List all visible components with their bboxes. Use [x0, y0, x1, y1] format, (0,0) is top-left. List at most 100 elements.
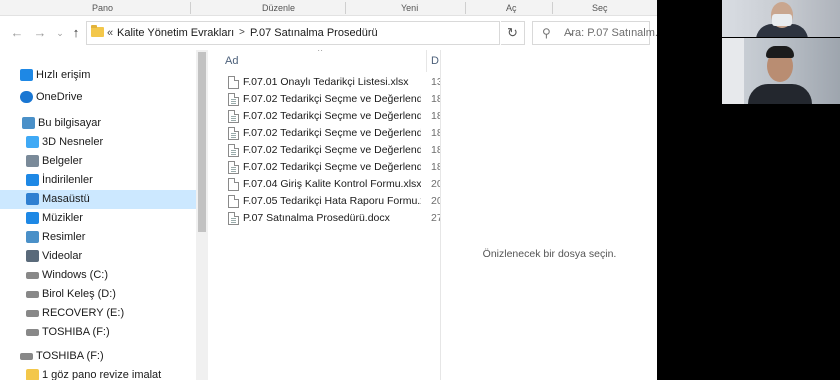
participant-body: [748, 84, 812, 104]
column-header-date[interactable]: D: [431, 55, 439, 67]
sidebar-item-onedrive[interactable]: OneDrive: [0, 88, 196, 107]
drive-icon: [20, 353, 33, 360]
sidebar-item-bu-bilgisayar[interactable]: Bu bilgisayar: [0, 114, 196, 133]
document-file-icon: [228, 161, 239, 174]
arrow-up-icon: ↑: [72, 25, 80, 40]
navigation-pane-scrollbar[interactable]: [196, 50, 208, 380]
sidebar-item-label: OneDrive: [36, 91, 83, 103]
file-row[interactable]: F.07.05 Tedarikçi Hata Raporu Formu.xlsx…: [208, 193, 440, 210]
sidebar-item-label: Hızlı erişim: [36, 69, 91, 81]
sidebar-item-label: Belgeler: [42, 155, 83, 167]
refresh-button[interactable]: ↻: [501, 21, 525, 45]
sidebar-item-windows-c[interactable]: Windows (C:): [0, 266, 196, 285]
sidebar-item-videolar[interactable]: Videolar: [0, 247, 196, 266]
up-button[interactable]: ↑: [68, 25, 84, 40]
drive-icon: [26, 310, 39, 317]
file-row[interactable]: F.07.01 Onaylı Tedarikçi Listesi.xlsx 13: [208, 74, 440, 91]
file-row[interactable]: F.07.04 Giriş Kalite Kontrol Formu.xlsx 2…: [208, 176, 440, 193]
recent-locations-button[interactable]: ⌄: [52, 28, 68, 39]
file-name: F.07.05 Tedarikçi Hata Raporu Formu.xlsx: [243, 195, 421, 207]
sidebar-item-i-ndirilenler[interactable]: İndirilenler: [0, 171, 196, 190]
document-file-icon: [228, 127, 239, 140]
file-row[interactable]: F.07.02 Tedarikçi Seçme ve Değerlendirm.…: [208, 142, 440, 159]
breadcrumb-overflow[interactable]: «: [107, 27, 113, 39]
column-divider[interactable]: [426, 50, 427, 72]
preview-empty-message: Önizlenecek bir dosya seçin.: [482, 248, 617, 260]
drive-icon: [26, 329, 39, 336]
back-button[interactable]: ←: [9, 25, 25, 40]
sidebar-item-toshiba-f[interactable]: TOSHIBA (F:): [0, 323, 196, 342]
sidebar-item-recovery-e[interactable]: RECOVERY (E:): [0, 304, 196, 323]
ribbon-group-ac[interactable]: Aç: [506, 3, 517, 13]
sidebar-item-toshiba-f[interactable]: TOSHIBA (F:): [0, 347, 196, 366]
file-row[interactable]: P.07 Satınalma Prosedürü.docx 27: [208, 210, 440, 227]
sidebar-item-belgeler[interactable]: Belgeler: [0, 152, 196, 171]
navigation-pane: Hızlı erişim OneDrive Bu bilgisayar 3D Nesn…: [0, 50, 196, 380]
file-row[interactable]: F.07.02 Tedarikçi Seçme ve Değerlendirm.…: [208, 91, 440, 108]
search-input[interactable]: ⚲ Ara: P.07 Satınalm...: [532, 21, 657, 45]
chevron-down-icon: ⌄: [56, 28, 64, 38]
ribbon-group-yeni[interactable]: Yeni: [401, 3, 418, 13]
sidebar-item-3d-nesneler[interactable]: 3D Nesneler: [0, 133, 196, 152]
column-header-row: ^ Ad D: [208, 50, 440, 72]
sidebar-item-label: Masaüstü: [42, 193, 90, 205]
sort-ascending-icon: ^: [318, 50, 323, 56]
ribbon-group-sec[interactable]: Seç: [592, 3, 608, 13]
sidebar-item-label: Birol Keleş (D:): [42, 288, 116, 300]
refresh-icon: ↻: [507, 25, 518, 40]
scrollbar-thumb[interactable]: [198, 52, 206, 232]
ribbon-separator: [465, 2, 466, 14]
ribbon-separator: [552, 2, 553, 14]
computer-icon: [22, 117, 35, 129]
file-icon: [228, 178, 239, 191]
file-list-pane: ^ Ad D F.07.01 Onaylı Tedarikçi Listesi.…: [208, 50, 440, 380]
document-file-icon: [228, 144, 239, 157]
desktop-icon: [26, 193, 39, 205]
sidebar-item-label: RECOVERY (E:): [42, 307, 125, 319]
arrow-left-icon: ←: [10, 25, 24, 40]
sidebar-item-label: Müzikler: [42, 212, 83, 224]
file-date: 18: [431, 127, 440, 139]
participant-hair: [766, 46, 794, 58]
file-name: F.07.02 Tedarikçi Seçme ve Değerlendirm.…: [243, 144, 421, 156]
sidebar-item-masaüstü[interactable]: Masaüstü: [0, 190, 196, 209]
videos-icon: [26, 250, 39, 262]
sidebar-item-label: Windows (C:): [42, 269, 109, 281]
sidebar-item-label: Videolar: [42, 250, 83, 262]
breadcrumb-kalite-yonetim-evraklari[interactable]: Kalite Yönetim Evrakları: [117, 27, 234, 39]
file-date: 27: [431, 212, 440, 224]
sidebar-item-resimler[interactable]: Resimler: [0, 228, 196, 247]
cube-icon: [26, 136, 39, 148]
sidebar-item-hızlı-erişim[interactable]: Hızlı erişim: [0, 66, 196, 85]
column-header-name[interactable]: Ad: [225, 55, 238, 67]
forward-button[interactable]: →: [32, 25, 48, 40]
download-icon: [26, 174, 39, 186]
ribbon-separator: [345, 2, 346, 14]
file-row[interactable]: F.07.02 Tedarikçi Seçme ve Değerlendirm.…: [208, 159, 440, 176]
file-icon: [228, 76, 239, 89]
webcam-thumbnail-1: [722, 0, 840, 37]
address-bar[interactable]: « Kalite Yönetim Evrakları > P.07 Satına…: [86, 21, 575, 45]
ribbon-group-pano[interactable]: Pano: [92, 3, 113, 13]
pictures-icon: [26, 231, 39, 243]
file-date: 13: [431, 76, 440, 88]
document-file-icon: [228, 212, 239, 225]
sidebar-item-label: 3D Nesneler: [42, 136, 104, 148]
background-wall: [722, 38, 744, 104]
file-name: F.07.02 Tedarikçi Seçme ve Değerlendirm.…: [243, 161, 421, 173]
file-row[interactable]: F.07.02 Tedarikçi Seçme ve Değerlendirm.…: [208, 125, 440, 142]
file-name: F.07.02 Tedarikçi Seçme ve Değerlendirm.…: [243, 127, 421, 139]
file-date: 18: [431, 144, 440, 156]
folder-icon: [26, 369, 39, 380]
file-row[interactable]: F.07.02 Tedarikçi Seçme ve Değerlendirm.…: [208, 108, 440, 125]
sidebar-item-müzikler[interactable]: Müzikler: [0, 209, 196, 228]
breadcrumb-separator[interactable]: >: [239, 27, 245, 38]
sidebar-item-birol-keleş-d[interactable]: Birol Keleş (D:): [0, 285, 196, 304]
file-name: F.07.01 Onaylı Tedarikçi Listesi.xlsx: [243, 76, 409, 88]
ribbon-group-duzenle[interactable]: Düzenle: [262, 3, 295, 13]
file-date: 18: [431, 110, 440, 122]
sidebar-item-1-göz-pano-revize-imalat[interactable]: 1 göz pano revize imalat: [0, 366, 196, 380]
face-mask: [772, 14, 792, 26]
file-icon: [228, 195, 239, 208]
breadcrumb-p07-satinalma-proseduru[interactable]: P.07 Satınalma Prosedürü: [250, 27, 378, 39]
